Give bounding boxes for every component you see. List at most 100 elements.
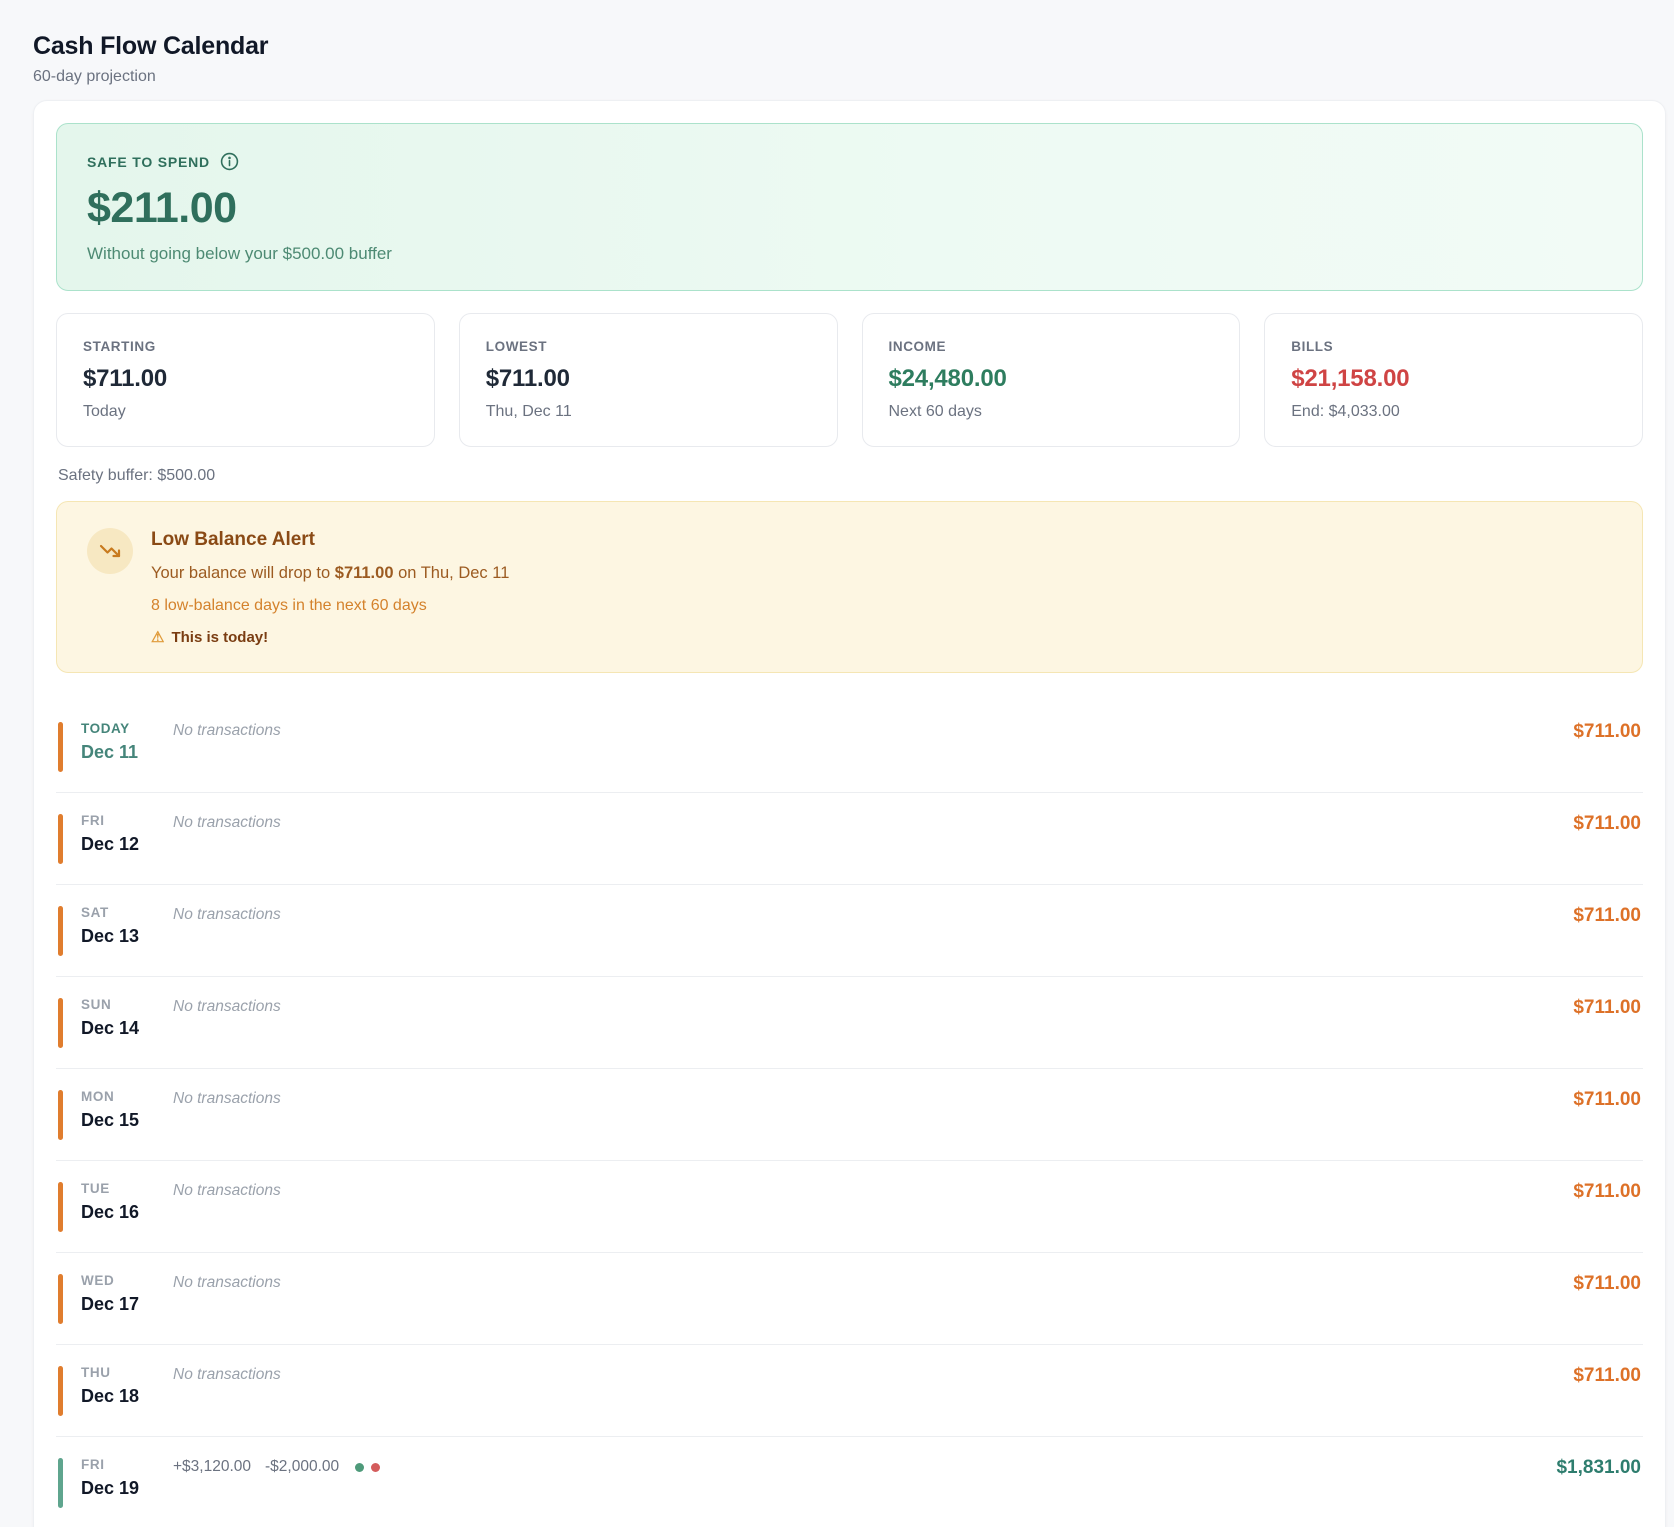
info-circle-icon[interactable] — [220, 152, 239, 171]
stat-label: INCOME — [889, 339, 1214, 354]
alert-message-prefix: Your balance will drop to — [151, 564, 335, 582]
safety-buffer-note: Safety buffer: $500.00 — [58, 467, 1641, 485]
balance-status-bar — [58, 1090, 63, 1140]
day-date-column: SAT Dec 13 — [81, 905, 173, 947]
alert-message-amount: $711.00 — [335, 564, 394, 582]
day-date-column: TODAY Dec 11 — [81, 721, 173, 763]
balance-status-bar — [58, 1458, 63, 1508]
income-amount: +$3,120.00 — [173, 1458, 251, 1476]
day-row[interactable]: SUN Dec 14 No transactions $711.00 — [56, 977, 1643, 1069]
day-row[interactable]: WED Dec 17 No transactions $711.00 — [56, 1253, 1643, 1345]
day-balance: $711.00 — [1573, 721, 1641, 743]
day-weekday: THU — [81, 1365, 173, 1380]
day-date-column: WED Dec 17 — [81, 1273, 173, 1315]
day-weekday: SAT — [81, 905, 173, 920]
cash-flow-card: SAFE TO SPEND $211.00 Without going belo… — [33, 100, 1666, 1527]
page-header: Cash Flow Calendar 60-day projection — [0, 0, 1674, 86]
balance-status-bar — [58, 1274, 63, 1324]
day-weekday: WED — [81, 1273, 173, 1288]
balance-status-bar — [58, 814, 63, 864]
expense-dot-icon — [371, 1463, 380, 1472]
day-balance: $1,831.00 — [1556, 1457, 1641, 1479]
stat-value: $711.00 — [83, 365, 408, 393]
day-list: TODAY Dec 11 No transactions $711.00 FRI… — [56, 701, 1643, 1527]
day-date: Dec 18 — [81, 1386, 173, 1407]
income-dot-icon — [355, 1463, 364, 1472]
day-row[interactable]: FRI Dec 19 +$3,120.00 -$2,000.00 $1,831.… — [56, 1437, 1643, 1527]
safe-to-spend-card: SAFE TO SPEND $211.00 Without going belo… — [56, 123, 1643, 291]
day-date: Dec 19 — [81, 1478, 173, 1499]
day-weekday: MON — [81, 1089, 173, 1104]
trending-down-icon — [87, 528, 133, 574]
day-balance: $711.00 — [1573, 1089, 1641, 1111]
alert-message-suffix: on Thu, Dec 11 — [394, 564, 510, 582]
stat-value: $711.00 — [486, 365, 811, 393]
day-date-column: MON Dec 15 — [81, 1089, 173, 1131]
no-transactions-note: No transactions — [173, 1365, 281, 1384]
day-date-column: TUE Dec 16 — [81, 1181, 173, 1223]
transaction-dots — [355, 1463, 380, 1472]
balance-status-bar — [58, 1182, 63, 1232]
no-transactions-note: No transactions — [173, 905, 281, 924]
stat-subtext: Thu, Dec 11 — [486, 403, 811, 421]
stat-label: BILLS — [1291, 339, 1616, 354]
safe-to-spend-description: Without going below your $500.00 buffer — [87, 244, 1612, 264]
day-date-column: FRI Dec 12 — [81, 813, 173, 855]
day-row[interactable]: FRI Dec 12 No transactions $711.00 — [56, 793, 1643, 885]
day-weekday: TUE — [81, 1181, 173, 1196]
stat-card-bills: BILLS $21,158.00 End: $4,033.00 — [1264, 313, 1643, 447]
low-balance-alert: Low Balance Alert Your balance will drop… — [56, 501, 1643, 673]
stat-card-lowest: LOWEST $711.00 Thu, Dec 11 — [459, 313, 838, 447]
day-row[interactable]: TODAY Dec 11 No transactions $711.00 — [56, 701, 1643, 793]
no-transactions-note: No transactions — [173, 1273, 281, 1292]
page-title: Cash Flow Calendar — [33, 32, 1641, 61]
alert-title: Low Balance Alert — [151, 529, 509, 551]
day-date-column: THU Dec 18 — [81, 1365, 173, 1407]
day-row[interactable]: MON Dec 15 No transactions $711.00 — [56, 1069, 1643, 1161]
stat-subtext: Today — [83, 403, 408, 421]
balance-status-bar — [58, 906, 63, 956]
day-row[interactable]: TUE Dec 16 No transactions $711.00 — [56, 1161, 1643, 1253]
no-transactions-note: No transactions — [173, 1089, 281, 1108]
stat-subtext: End: $4,033.00 — [1291, 403, 1616, 421]
day-balance: $711.00 — [1573, 1365, 1641, 1387]
alert-today-text: This is today! — [171, 629, 268, 646]
day-weekday: SUN — [81, 997, 173, 1012]
balance-status-bar — [58, 1366, 63, 1416]
alert-today-note: ⚠ This is today! — [151, 628, 509, 646]
day-date-column: FRI Dec 19 — [81, 1457, 173, 1499]
day-date: Dec 12 — [81, 834, 173, 855]
safe-to-spend-label: SAFE TO SPEND — [87, 154, 210, 170]
no-transactions-note: No transactions — [173, 721, 281, 740]
day-balance: $711.00 — [1573, 1273, 1641, 1295]
day-date: Dec 17 — [81, 1294, 173, 1315]
day-date-column: SUN Dec 14 — [81, 997, 173, 1039]
day-weekday: FRI — [81, 1457, 173, 1472]
balance-status-bar — [58, 998, 63, 1048]
stat-value: $21,158.00 — [1291, 365, 1616, 393]
day-row[interactable]: SAT Dec 13 No transactions $711.00 — [56, 885, 1643, 977]
stat-card-income: INCOME $24,480.00 Next 60 days — [862, 313, 1241, 447]
day-date: Dec 14 — [81, 1018, 173, 1039]
day-balance: $711.00 — [1573, 997, 1641, 1019]
day-row[interactable]: THU Dec 18 No transactions $711.00 — [56, 1345, 1643, 1437]
day-balance: $711.00 — [1573, 1181, 1641, 1203]
day-date: Dec 13 — [81, 926, 173, 947]
alert-low-days: 8 low-balance days in the next 60 days — [151, 597, 509, 615]
stat-subtext: Next 60 days — [889, 403, 1214, 421]
day-weekday: FRI — [81, 813, 173, 828]
stats-row: STARTING $711.00 Today LOWEST $711.00 Th… — [56, 313, 1643, 447]
safe-to-spend-amount: $211.00 — [87, 184, 1612, 233]
stat-label: LOWEST — [486, 339, 811, 354]
alert-body: Low Balance Alert Your balance will drop… — [151, 528, 509, 646]
day-transactions: +$3,120.00 -$2,000.00 — [173, 1457, 380, 1476]
stat-value: $24,480.00 — [889, 365, 1214, 393]
day-date: Dec 11 — [81, 742, 173, 763]
warning-triangle-icon: ⚠ — [151, 628, 164, 646]
no-transactions-note: No transactions — [173, 1181, 281, 1200]
alert-message: Your balance will drop to $711.00 on Thu… — [151, 564, 509, 583]
no-transactions-note: No transactions — [173, 997, 281, 1016]
stat-label: STARTING — [83, 339, 408, 354]
no-transactions-note: No transactions — [173, 813, 281, 832]
day-balance: $711.00 — [1573, 813, 1641, 835]
